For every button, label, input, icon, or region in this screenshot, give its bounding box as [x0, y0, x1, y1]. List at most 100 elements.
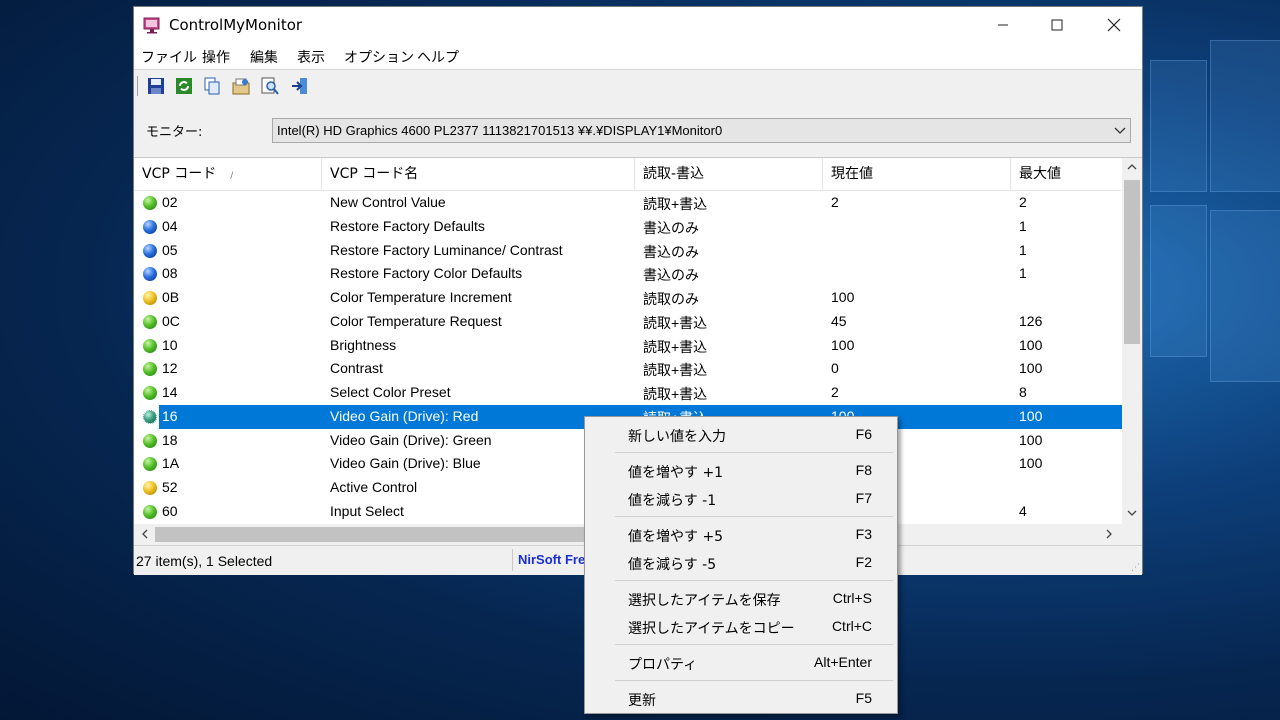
cell-max: 126: [1019, 312, 1043, 329]
cell-name: Color Temperature Request: [330, 312, 502, 329]
menu-separator: [615, 452, 893, 453]
scroll-up-icon[interactable]: [1127, 162, 1137, 172]
table-row[interactable]: 08 Restore Factory Color Defaults 書込のみ 1: [134, 262, 1121, 286]
scroll-right-icon[interactable]: [1104, 529, 1114, 539]
column-header-vcp-code[interactable]: VCP コード ∕: [134, 158, 322, 190]
menu-separator: [615, 680, 893, 681]
cell-max: 8: [1019, 384, 1027, 400]
cell-access: 読取+書込: [643, 338, 708, 355]
menu-view[interactable]: 表示: [297, 47, 325, 67]
close-button[interactable]: [1091, 7, 1137, 43]
column-header-current[interactable]: 現在値: [823, 158, 1011, 190]
status-item-count: 27 item(s), 1 Selected: [136, 553, 273, 569]
vertical-scrollbar[interactable]: [1122, 158, 1142, 524]
refresh-icon[interactable]: [175, 77, 193, 95]
cell-name: Select Color Preset: [330, 384, 451, 400]
table-row[interactable]: 14 Select Color Preset 読取+書込 2 8: [134, 381, 1121, 405]
monitor-value: Intel(R) HD Graphics 4600 PL2377 1113821…: [277, 123, 723, 138]
list-header: VCP コード ∕ VCP コード名 読取-書込 現在値 最大値: [134, 158, 1121, 191]
table-row[interactable]: 02 New Control Value 読取+書込 2 2: [134, 191, 1121, 215]
exit-icon[interactable]: [291, 77, 309, 95]
column-header-max[interactable]: 最大値: [1011, 158, 1121, 190]
shortcut-key: F7: [855, 490, 872, 506]
cell-code: 12: [162, 360, 178, 377]
context-item-properties[interactable]: プロパティ Alt+Enter: [587, 649, 895, 675]
menu-action[interactable]: 操作: [202, 47, 230, 67]
table-row[interactable]: 12 Contrast 読取+書込 0 100: [134, 357, 1121, 381]
table-row[interactable]: 04 Restore Factory Defaults 書込のみ 1: [134, 215, 1121, 239]
nirsoft-link[interactable]: NirSoft Fre: [518, 552, 585, 567]
table-row[interactable]: 05 Restore Factory Luminance/ Contrast 書込の…: [134, 239, 1121, 263]
context-item-enter-new-value[interactable]: 新しい値を入力 F6: [587, 421, 895, 447]
status-green-icon: [143, 386, 157, 400]
table-row[interactable]: 0B Color Temperature Increment 読取のみ 100: [134, 286, 1121, 310]
cell-max: 4: [1019, 502, 1027, 519]
context-item-label: 値を増やす +1: [628, 465, 724, 481]
status-teal-icon: [143, 409, 157, 424]
column-label: 最大値: [1019, 166, 1061, 182]
cell-current: 45: [831, 312, 847, 329]
cell-code: 14: [162, 384, 178, 400]
menu-edit[interactable]: 編集: [250, 47, 278, 67]
context-item-refresh[interactable]: 更新 F5: [587, 685, 895, 711]
maximize-button[interactable]: [1034, 7, 1080, 43]
context-item-label: 選択したアイテムをコピー: [628, 621, 795, 637]
status-green-icon: [143, 362, 157, 377]
menu-help[interactable]: ヘルプ: [417, 47, 459, 67]
toolbar-separator: [137, 76, 138, 96]
cell-access: 書込のみ: [643, 219, 699, 236]
menu-options[interactable]: オプション: [344, 47, 414, 67]
status-green-icon: [143, 457, 157, 472]
context-item-increase-5[interactable]: 値を増やす +5 F3: [587, 521, 895, 547]
cell-current: 100: [831, 289, 855, 305]
column-header-vcp-name[interactable]: VCP コード名: [322, 158, 635, 190]
cell-current: 2: [831, 194, 839, 210]
cell-name: Video Gain (Drive): Blue: [330, 455, 481, 472]
cell-name: Restore Factory Defaults: [330, 217, 485, 234]
cell-max: 100: [1019, 407, 1043, 424]
cell-name: Color Temperature Increment: [330, 289, 512, 305]
status-separator: [512, 549, 513, 571]
cell-code: 1A: [162, 455, 180, 472]
desktop-pane: [1150, 60, 1207, 192]
context-item-label: 値を減らす -1: [628, 493, 717, 509]
copy-icon[interactable]: [203, 77, 221, 95]
save-icon[interactable]: [147, 77, 165, 95]
cell-access: 読取+書込: [643, 314, 708, 331]
minimize-button[interactable]: [980, 7, 1026, 43]
context-item-copy-selected[interactable]: 選択したアイテムをコピー Ctrl+C: [587, 613, 895, 639]
column-label: VCP コード: [142, 166, 217, 182]
properties-icon[interactable]: [232, 77, 250, 95]
context-item-increase-1[interactable]: 値を増やす +1 F8: [587, 457, 895, 483]
title-bar[interactable]: ControlMyMonitor: [134, 7, 1142, 43]
context-item-decrease-5[interactable]: 値を減らす -5 F2: [587, 549, 895, 575]
cell-name: Active Control: [330, 479, 418, 495]
status-yellow-icon: [143, 481, 157, 495]
table-row[interactable]: 10 Brightness 読取+書込 100 100: [134, 334, 1121, 358]
context-item-decrease-1[interactable]: 値を減らす -1 F7: [587, 485, 895, 511]
menu-file[interactable]: ファイル: [141, 47, 197, 67]
cell-current: 0: [831, 360, 839, 377]
horizontal-scroll-thumb[interactable]: [155, 527, 605, 542]
scroll-left-icon[interactable]: [140, 529, 150, 539]
cell-code: 0B: [162, 289, 180, 305]
monitor-label: モニター:: [146, 125, 203, 140]
cell-access: 読取+書込: [643, 386, 708, 402]
vertical-scroll-thumb[interactable]: [1124, 180, 1140, 344]
minimize-icon: [998, 24, 1008, 26]
monitor-dropdown[interactable]: Intel(R) HD Graphics 4600 PL2377 1113821…: [272, 118, 1131, 143]
cell-access: 書込のみ: [643, 267, 699, 284]
cell-code: 16: [162, 407, 178, 424]
find-icon[interactable]: [261, 77, 279, 95]
context-item-save-selected[interactable]: 選択したアイテムを保存 Ctrl+S: [587, 585, 895, 611]
table-row[interactable]: 0C Color Temperature Request 読取+書込 45 126: [134, 310, 1121, 334]
column-header-read-write[interactable]: 読取-書込: [635, 158, 823, 190]
cell-code: 10: [162, 336, 178, 353]
scroll-down-icon[interactable]: [1127, 508, 1137, 518]
menu-separator: [615, 644, 893, 645]
maximize-icon: [1051, 19, 1063, 31]
resize-grip-icon[interactable]: ⋰: [1131, 563, 1140, 573]
cell-max: 100: [1019, 360, 1043, 377]
status-green-icon: [143, 338, 157, 353]
context-item-label: プロパティ: [628, 657, 698, 673]
